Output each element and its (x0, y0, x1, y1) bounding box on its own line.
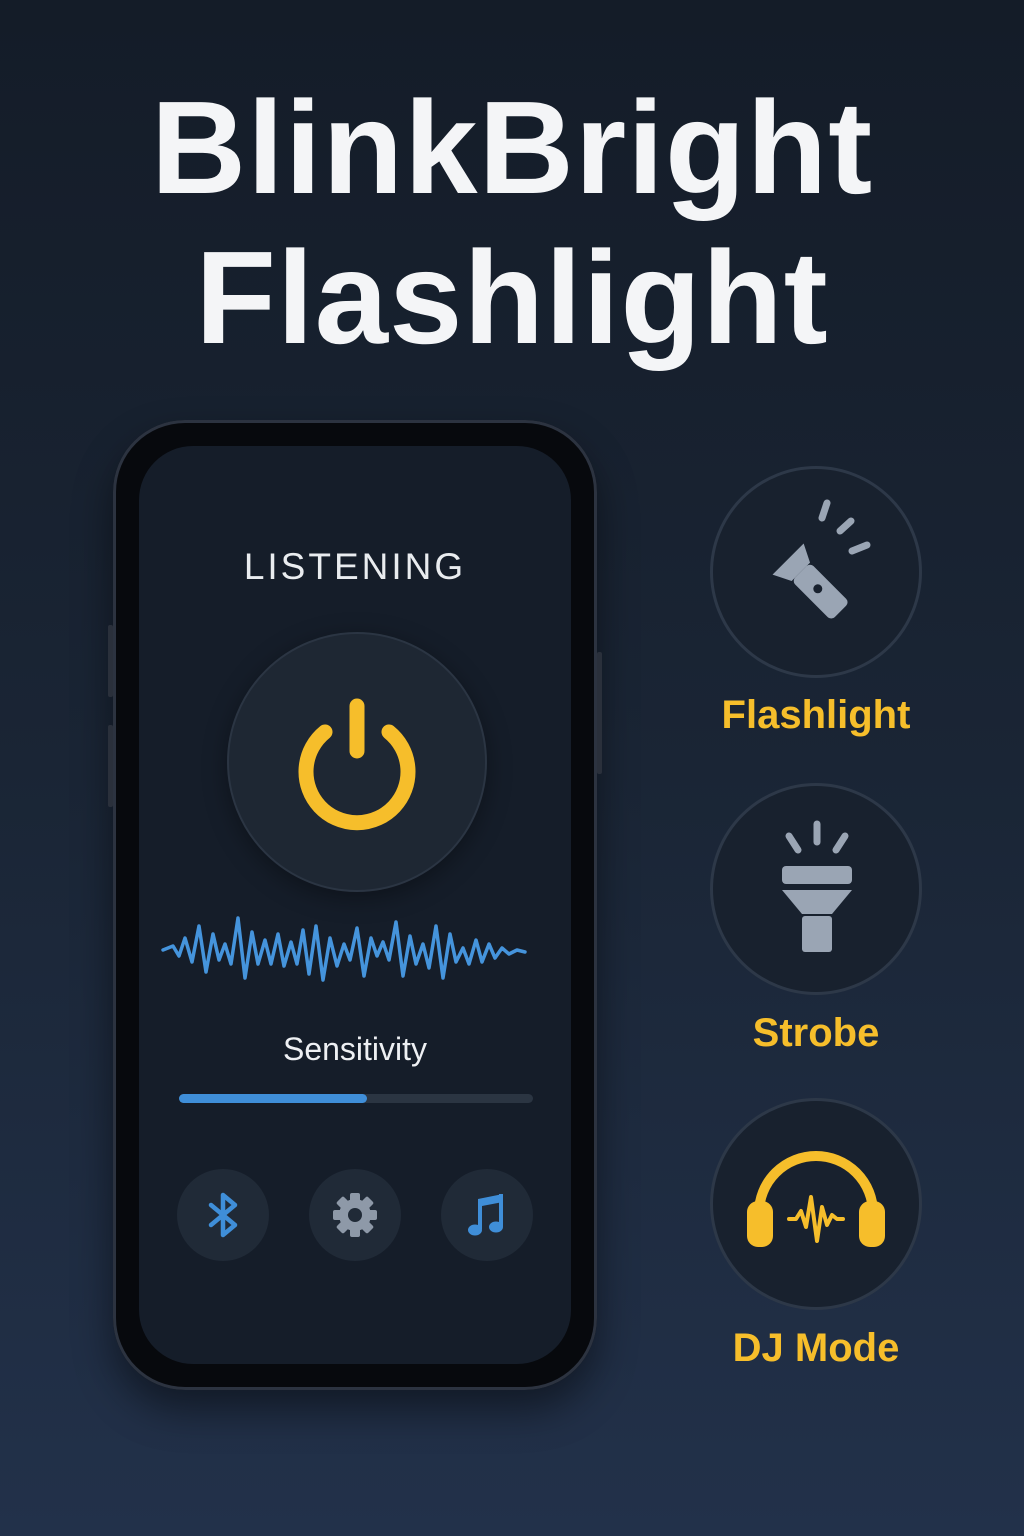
app-title-line-1: BlinkBright (150, 74, 874, 221)
bluetooth-button[interactable] (177, 1169, 269, 1261)
settings-button[interactable] (309, 1169, 401, 1261)
gear-icon (333, 1193, 377, 1237)
bluetooth-icon (208, 1192, 238, 1238)
sensitivity-slider[interactable] (179, 1094, 533, 1103)
phone-power-side-button (597, 652, 602, 774)
strobe-mode-label: Strobe (752, 1011, 880, 1055)
phone-screen: LISTENING Sensitivity (139, 446, 571, 1364)
dj-mode-label: DJ Mode (732, 1326, 900, 1370)
music-note-icon (468, 1194, 503, 1236)
phone-volume-down-button (108, 725, 113, 807)
phone-mockup: LISTENING Sensitivity (108, 420, 602, 1390)
flashlight-mode-label: Flashlight (721, 693, 911, 737)
flashlight-icon (772, 499, 871, 619)
app-title-line-2: Flashlight (195, 224, 829, 371)
flashlight-mode-button[interactable] (710, 466, 922, 678)
sensitivity-slider-fill (179, 1094, 367, 1103)
strobe-mode-button[interactable] (710, 783, 922, 995)
strobe-icon (782, 820, 852, 952)
phone-volume-up-button (108, 625, 113, 697)
power-button[interactable] (227, 632, 487, 892)
sensitivity-label: Sensitivity (282, 1031, 428, 1067)
music-button[interactable] (441, 1169, 533, 1261)
audio-waveform (161, 916, 527, 982)
headphones-icon (747, 1151, 885, 1247)
dj-mode-button[interactable] (710, 1098, 922, 1310)
listening-status: LISTENING (243, 546, 467, 587)
power-icon (298, 698, 416, 831)
